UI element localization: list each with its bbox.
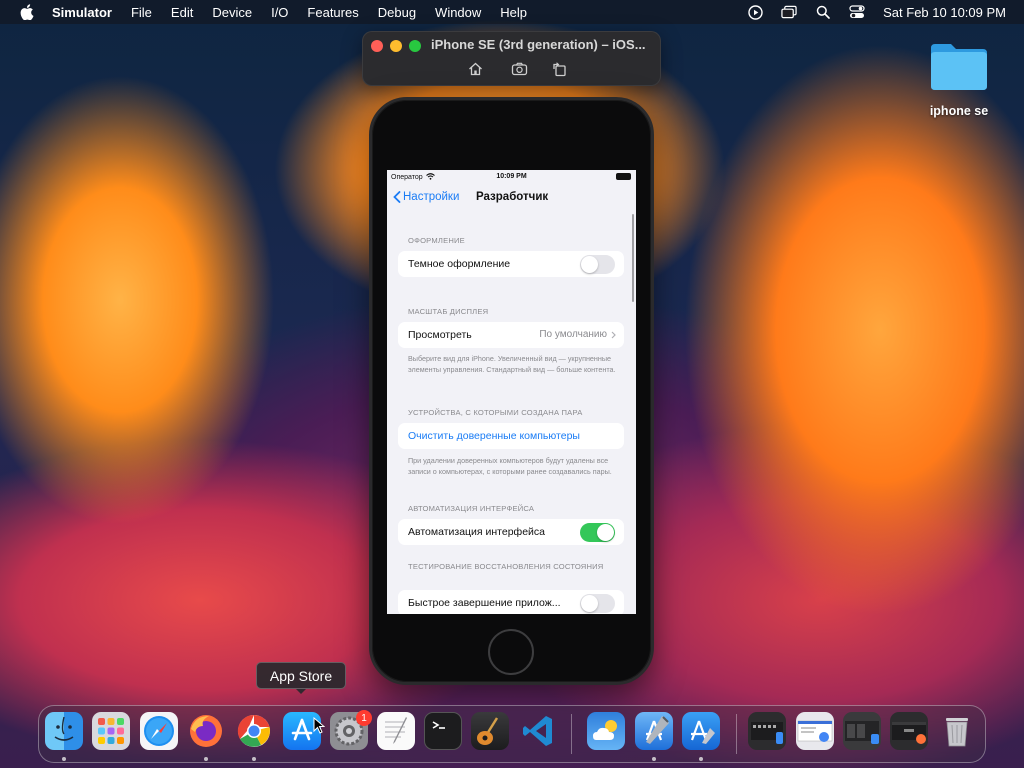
fast-app-termination-row: Быстрое завершение прилож... (398, 590, 624, 614)
menu-io[interactable]: I/O (271, 5, 288, 20)
finder-icon[interactable] (45, 712, 83, 750)
section-header-ui-automation: АВТОМАТИЗАЦИЯ ИНТЕРФЕЙСА (408, 504, 535, 513)
menu-device[interactable]: Device (212, 5, 252, 20)
menu-app-name[interactable]: Simulator (52, 5, 112, 20)
paired-devices-footer: При удалении доверенных компьютеров буду… (408, 456, 612, 476)
battery-icon (616, 173, 631, 180)
firefox-icon[interactable] (187, 712, 225, 750)
fast-app-termination-toggle[interactable] (580, 594, 615, 613)
scroll-indicator[interactable] (631, 214, 634, 302)
window-close-button[interactable] (371, 40, 383, 52)
ui-automation-row: Автоматизация интерфейса (398, 519, 624, 545)
section-header-appearance: ОФОРМЛЕНИЕ (408, 236, 465, 245)
menu-bar: Simulator File Edit Device I/O Features … (0, 0, 1024, 24)
dock-separator-2 (736, 714, 737, 754)
dock-tooltip: App Store (256, 662, 346, 689)
simulator-running-indicator (699, 757, 703, 761)
firefox-running-indicator (204, 757, 208, 761)
minimized-window-thumbnail-2[interactable] (796, 712, 834, 750)
safari-icon[interactable] (140, 712, 178, 750)
iphone-home-button[interactable] (488, 629, 534, 675)
control-center-icon[interactable] (849, 4, 865, 20)
screen-mirroring-icon[interactable] (781, 4, 797, 20)
rotate-icon[interactable] (550, 60, 568, 78)
display-zoom-view-label: Просмотреть (408, 329, 472, 341)
chrome-running-indicator (252, 757, 256, 761)
ui-automation-toggle[interactable] (580, 523, 615, 542)
ios-status-bar: Оператор 10:09 PM (387, 170, 636, 184)
fast-app-termination-label: Быстрое завершение прилож... (408, 597, 561, 609)
back-button[interactable]: Настройки (393, 191, 459, 203)
ui-automation-label: Автоматизация интерфейса (408, 526, 545, 538)
ios-navigation-bar: Настройки Разработчик (387, 188, 636, 210)
simulator-icon[interactable] (682, 712, 720, 750)
minimized-window-thumbnail[interactable] (748, 712, 786, 750)
section-header-display-zoom: МАСШТАБ ДИСПЛЕЯ (408, 307, 489, 316)
apple-menu-icon[interactable] (18, 3, 36, 21)
launchpad-icon[interactable] (92, 712, 130, 750)
clear-trusted-computers-row[interactable]: Очистить доверенные компьютеры (398, 423, 624, 449)
chevron-left-icon (393, 191, 401, 203)
play-circle-icon[interactable] (747, 4, 763, 20)
finder-running-indicator (62, 757, 66, 761)
ios-status-time: 10:09 PM (496, 173, 527, 180)
display-zoom-view-row[interactable]: Просмотреть По умолчанию (398, 322, 624, 348)
simulator-window-toolbar: iPhone SE (3rd generation) – iOS... (362, 31, 661, 86)
dark-mode-row: Темное оформление (398, 251, 624, 277)
vscode-icon[interactable] (519, 712, 557, 750)
window-zoom-button[interactable] (409, 40, 421, 52)
dark-mode-label: Темное оформление (408, 258, 511, 270)
ios-screen: Оператор 10:09 PM Настройки Разработчик … (387, 170, 636, 614)
display-zoom-value: По умолчанию (539, 329, 607, 340)
clear-trusted-computers-link[interactable]: Очистить доверенные компьютеры (408, 430, 580, 442)
folder-label[interactable]: iphone se (904, 104, 1014, 118)
menu-window[interactable]: Window (435, 5, 481, 20)
dock-separator (571, 714, 572, 754)
section-header-state-restoration: ТЕСТИРОВАНИЕ ВОССТАНОВЛЕНИЯ СОСТОЯНИЯ (408, 562, 604, 571)
dark-mode-toggle[interactable] (580, 255, 615, 274)
chrome-icon[interactable] (235, 712, 273, 750)
window-minimize-button[interactable] (390, 40, 402, 52)
xcode-running-indicator (652, 757, 656, 761)
section-header-paired-devices: УСТРОЙСТВА, С КОТОРЫМИ СОЗДАНА ПАРА (408, 408, 583, 417)
trash-icon[interactable] (938, 712, 976, 750)
settings-notification-badge: 1 (356, 710, 372, 726)
menu-clock[interactable]: Sat Feb 10 10:09 PM (883, 5, 1006, 20)
menu-file[interactable]: File (131, 5, 152, 20)
minimized-window-thumbnail-4[interactable] (890, 712, 928, 750)
display-zoom-footer: Выберите вид для iPhone. Увеличенный вид… (408, 354, 616, 374)
instruments-icon[interactable] (471, 712, 509, 750)
menu-help[interactable]: Help (500, 5, 527, 20)
back-button-label: Настройки (403, 191, 460, 203)
menu-features[interactable]: Features (307, 5, 358, 20)
minimized-window-thumbnail-3[interactable] (843, 712, 881, 750)
terminal-icon[interactable] (424, 712, 462, 750)
weather-icon[interactable] (587, 712, 625, 750)
home-icon[interactable] (466, 60, 484, 78)
folder-icon[interactable] (929, 40, 989, 92)
simulator-window-title: iPhone SE (3rd generation) – iOS... (431, 37, 646, 52)
textedit-icon[interactable] (377, 712, 415, 750)
menu-edit[interactable]: Edit (171, 5, 193, 20)
screenshot-camera-icon[interactable] (510, 60, 528, 78)
spotlight-search-icon[interactable] (815, 4, 831, 20)
xcode-icon[interactable] (635, 712, 673, 750)
page-title: Разработчик (476, 191, 549, 203)
tooltip-arrow (296, 689, 306, 694)
mouse-cursor-icon (313, 716, 326, 735)
menu-debug[interactable]: Debug (378, 5, 416, 20)
chevron-right-icon (611, 331, 616, 338)
